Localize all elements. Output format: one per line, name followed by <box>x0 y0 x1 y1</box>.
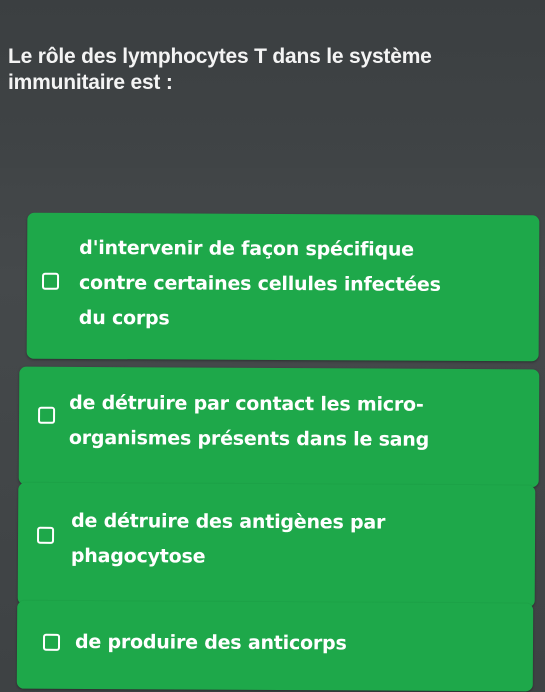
answer-option-label: de détruire des antigènes par phagocytos… <box>71 504 385 576</box>
answer-line: de détruire par contact les micro- <box>69 391 424 416</box>
answer-option-label: de détruire par contact les micro- organ… <box>69 386 430 458</box>
answer-line: du corps <box>78 306 170 330</box>
checkbox-icon[interactable] <box>41 272 60 290</box>
answer-line: phagocytose <box>70 544 206 568</box>
answer-option-4[interactable]: de produire des anticorps <box>16 600 534 692</box>
checkbox-icon[interactable] <box>37 526 55 544</box>
question-area: Le rôle des lymphocytes T dans le systèm… <box>0 0 545 168</box>
answer-line: contre certaines cellules infectées <box>78 271 441 296</box>
question-text: Le rôle des lymphocytes T dans le systèm… <box>8 44 528 96</box>
answer-line: organismes présents dans le sang <box>68 426 430 451</box>
answer-line: de détruire des antigènes par <box>71 509 386 534</box>
answer-option-1[interactable]: d'intervenir de façon spécifique contre … <box>26 212 540 362</box>
question-line: immunitaire est : <box>8 71 173 94</box>
answer-option-3[interactable]: de détruire des antigènes par phagocytos… <box>17 482 536 608</box>
answer-line: d'intervenir de façon spécifique <box>79 236 414 261</box>
quiz-screen: Le rôle des lymphocytes T dans le systèm… <box>0 0 545 692</box>
answer-option-2[interactable]: de détruire par contact les micro- organ… <box>18 366 540 488</box>
question-line: Le rôle des lymphocytes T dans le systèm… <box>8 45 432 68</box>
answer-option-label: d'intervenir de façon spécifique contre … <box>79 231 441 338</box>
checkbox-icon[interactable] <box>38 406 56 424</box>
answer-line: de produire des anticorps <box>74 630 347 655</box>
answer-option-label: de produire des anticorps <box>75 625 347 661</box>
checkbox-icon[interactable] <box>42 633 61 651</box>
